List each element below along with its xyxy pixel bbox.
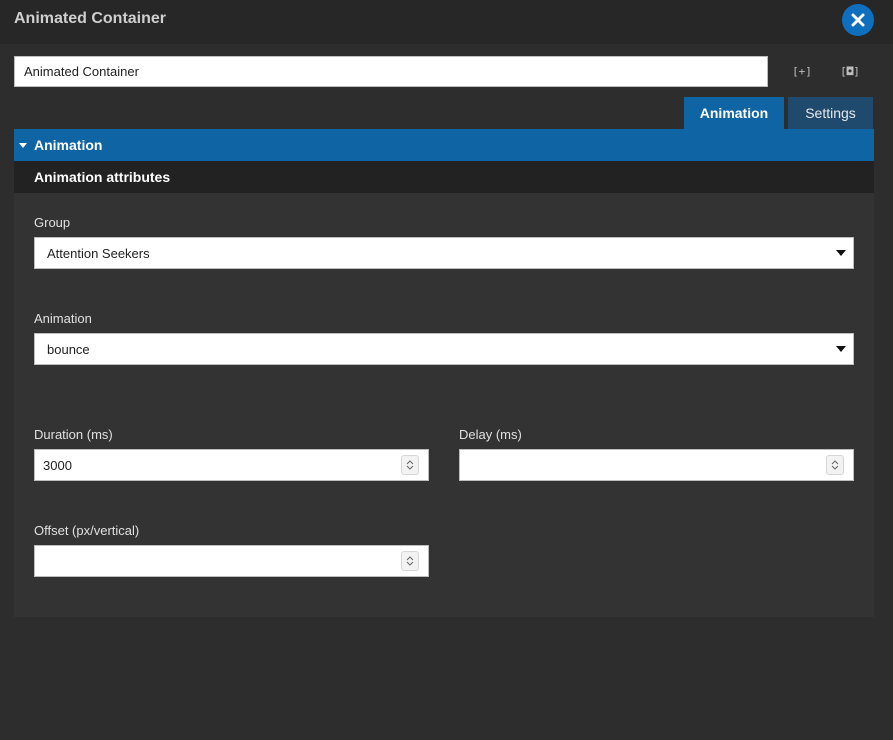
spinner-icon[interactable] bbox=[401, 455, 419, 475]
duration-label: Duration (ms) bbox=[34, 427, 113, 442]
spinner-icon[interactable] bbox=[826, 455, 844, 475]
animation-select-value: bounce bbox=[47, 341, 90, 357]
group-select[interactable]: Attention Seekers bbox=[34, 237, 854, 269]
inspect-button[interactable]: [◘] bbox=[838, 60, 862, 82]
subsection-title: Animation attributes bbox=[34, 169, 171, 185]
tab-animation[interactable]: Animation bbox=[684, 97, 784, 129]
subsection-header: Animation attributes bbox=[14, 161, 874, 193]
dialog-title: Animated Container bbox=[14, 10, 167, 27]
offset-input[interactable] bbox=[34, 545, 429, 577]
expand-button[interactable]: [+] bbox=[790, 60, 814, 82]
animation-panel: Animation Animation attributes Group Att… bbox=[14, 129, 874, 617]
chevron-down-icon bbox=[836, 346, 846, 352]
element-name-input[interactable] bbox=[14, 56, 768, 87]
inspect-icon: [◘] bbox=[840, 64, 860, 78]
tab-settings[interactable]: Settings bbox=[788, 97, 873, 129]
duration-value: 3000 bbox=[43, 457, 72, 473]
offset-label: Offset (px/vertical) bbox=[34, 523, 140, 538]
chevron-down-icon bbox=[836, 250, 846, 256]
close-icon bbox=[851, 13, 865, 27]
spinner-icon[interactable] bbox=[401, 551, 419, 571]
group-select-value: Attention Seekers bbox=[47, 245, 150, 261]
section-title: Animation bbox=[34, 137, 103, 153]
dialog-header: Animated Container bbox=[0, 0, 893, 44]
close-button[interactable] bbox=[842, 4, 874, 36]
expand-icon: [+] bbox=[792, 64, 812, 78]
animation-label: Animation bbox=[34, 311, 92, 326]
delay-label: Delay (ms) bbox=[459, 427, 522, 442]
duration-input[interactable]: 3000 bbox=[34, 449, 429, 481]
caret-down-icon bbox=[19, 142, 27, 148]
section-header-animation[interactable]: Animation bbox=[14, 129, 874, 161]
group-label: Group bbox=[34, 215, 71, 230]
animation-select[interactable]: bounce bbox=[34, 333, 854, 365]
delay-input[interactable] bbox=[459, 449, 854, 481]
